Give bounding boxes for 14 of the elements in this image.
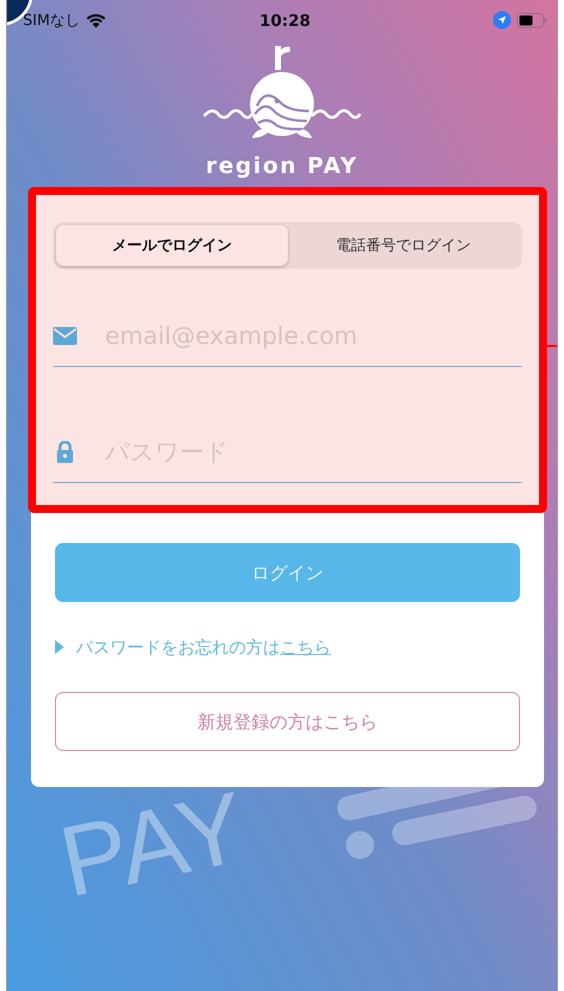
wifi-icon xyxy=(86,12,106,28)
caret-icon xyxy=(55,640,64,654)
forgot-password-link[interactable]: こちら xyxy=(280,638,331,658)
register-button[interactable]: 新規登録の方はこちら xyxy=(55,692,520,751)
login-method-tab[interactable]: メールでログイン xyxy=(56,225,288,266)
carrier-label: SIMなし xyxy=(23,10,80,30)
forgot-password-text: パスワードをお忘れの方は こちら xyxy=(76,636,331,658)
battery-icon xyxy=(517,12,547,28)
login-button[interactable]: ログイン xyxy=(55,543,520,602)
login-method-tab[interactable]: 電話番号でログイン xyxy=(288,225,519,266)
clock-time: 10:28 xyxy=(260,10,310,30)
envelope-icon xyxy=(53,327,77,345)
background-pay-text: PAY xyxy=(52,776,254,913)
brand-wordmark: region PAY xyxy=(206,154,358,179)
